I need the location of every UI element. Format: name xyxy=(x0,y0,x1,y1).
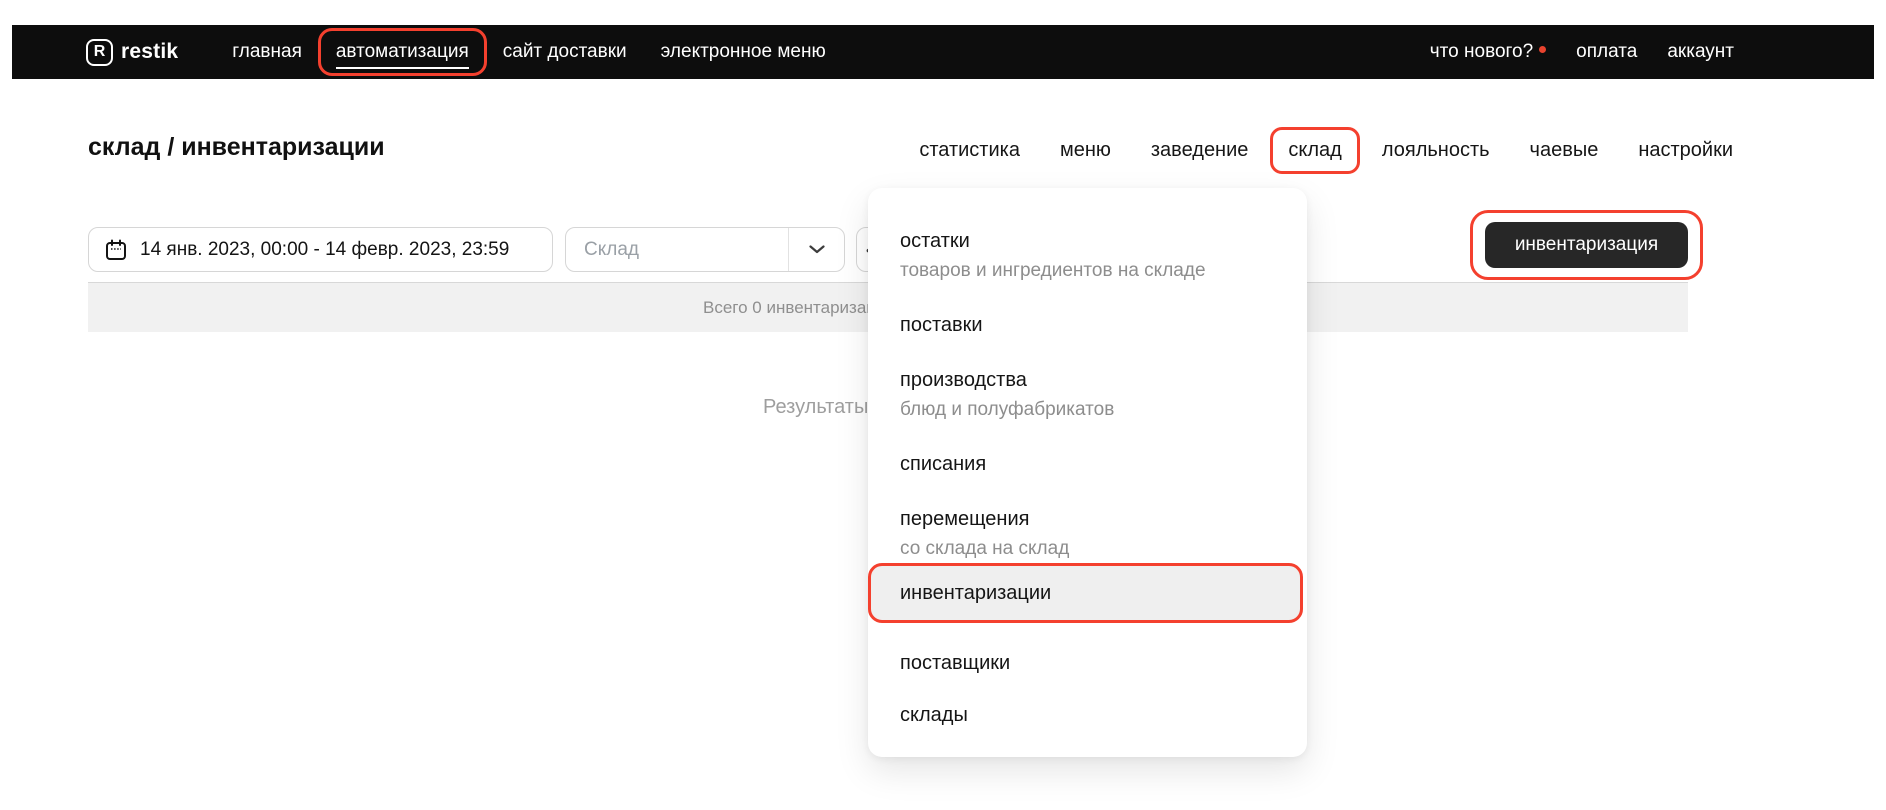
date-range-value: 14 янв. 2023, 00:00 - 14 февр. 2023, 23:… xyxy=(140,239,509,261)
calendar-icon xyxy=(105,239,127,261)
tab-chaevye[interactable]: чаевые xyxy=(1530,139,1599,162)
topnav-item-sait-dostavki[interactable]: сайт доставки xyxy=(503,41,627,63)
tab-nastroyki[interactable]: настройки xyxy=(1638,139,1733,162)
sklad-dropdown-panel: остатки товаров и ингредиентов на складе… xyxy=(868,188,1307,757)
dropdown-item-sublabel: со склада на склад xyxy=(900,534,1275,563)
page-title: склад / инвентаризации xyxy=(88,133,385,162)
restik-logo-text: restik xyxy=(121,40,178,64)
chevron-down-icon xyxy=(809,245,825,254)
dropdown-item-inventarizacii-highlighted[interactable]: инвентаризации xyxy=(868,563,1303,623)
topnav-items: главная автоматизация сайт доставки элек… xyxy=(232,41,825,63)
topnav-item-oplata[interactable]: оплата xyxy=(1576,41,1637,63)
annotation-box-sklad: склад xyxy=(1270,127,1359,174)
warehouse-select[interactable]: Склад xyxy=(565,227,845,272)
tab-menu[interactable]: меню xyxy=(1060,139,1111,162)
topnav-item-whats-new[interactable]: что нового? xyxy=(1430,41,1546,63)
results-placeholder-text: Результаты xyxy=(763,396,868,419)
tab-loyalnost[interactable]: лояльность xyxy=(1382,139,1490,162)
warehouse-select-arrow-area[interactable] xyxy=(788,228,844,271)
dropdown-item-proizvodstva[interactable]: производства блюд и полуфабрикатов xyxy=(900,365,1275,424)
topnav-item-electronnoe-menu[interactable]: электронное меню xyxy=(661,41,826,63)
dropdown-item-label: инвентаризации xyxy=(900,578,1300,608)
topnav-item-account[interactable]: аккаунт xyxy=(1667,41,1734,63)
tab-zavedenie[interactable]: заведение xyxy=(1151,139,1249,162)
dropdown-item-sublabel: товаров и ингредиентов на складе xyxy=(900,256,1275,285)
whats-new-label: что нового? xyxy=(1430,41,1533,63)
dropdown-item-postavki[interactable]: поставки xyxy=(900,310,1275,340)
dropdown-item-peremescheniya[interactable]: перемещения со склада на склад xyxy=(900,504,1275,563)
topnav-item-glavnaya[interactable]: главная xyxy=(232,41,302,63)
restik-logo[interactable]: R restik xyxy=(86,39,178,66)
dropdown-item-label: списания xyxy=(900,449,1275,479)
section-tabs: статистика меню заведение склад лояльнос… xyxy=(919,139,1733,162)
inventory-button[interactable]: инвентаризация xyxy=(1485,222,1688,268)
annotation-box-avtomatizaciya: автоматизация xyxy=(318,28,487,76)
dropdown-item-label: поставщики xyxy=(900,648,1275,678)
dropdown-item-label: производства xyxy=(900,365,1275,395)
dropdown-item-spisaniya[interactable]: списания xyxy=(900,449,1275,479)
top-navigation-bar: R restik главная автоматизация сайт дост… xyxy=(12,25,1874,79)
dropdown-item-label: остатки xyxy=(900,226,1275,256)
new-badge-dot xyxy=(1539,46,1546,53)
dropdown-item-ostatki[interactable]: остатки товаров и ингредиентов на складе xyxy=(900,226,1275,285)
dropdown-item-label: склады xyxy=(900,700,1275,730)
restik-logo-icon: R xyxy=(86,39,113,66)
topnav-item-avtomatizaciya[interactable]: автоматизация xyxy=(336,41,469,69)
date-range-picker[interactable]: 14 янв. 2023, 00:00 - 14 февр. 2023, 23:… xyxy=(88,227,553,272)
dropdown-item-label: перемещения xyxy=(900,504,1275,534)
summary-total-text: Всего 0 инвентаризаций xyxy=(703,283,895,332)
dropdown-item-sklady[interactable]: склады xyxy=(900,700,1275,730)
dropdown-item-sublabel: блюд и полуфабрикатов xyxy=(900,395,1275,424)
warehouse-placeholder: Склад xyxy=(584,239,639,261)
tab-sklad[interactable]: склад xyxy=(1288,139,1341,161)
dropdown-item-label: поставки xyxy=(900,310,1275,340)
topnav-right-items: что нового? оплата аккаунт xyxy=(1430,41,1734,63)
tab-statistika[interactable]: статистика xyxy=(919,139,1020,162)
dropdown-item-postavschiki[interactable]: поставщики xyxy=(900,648,1275,678)
